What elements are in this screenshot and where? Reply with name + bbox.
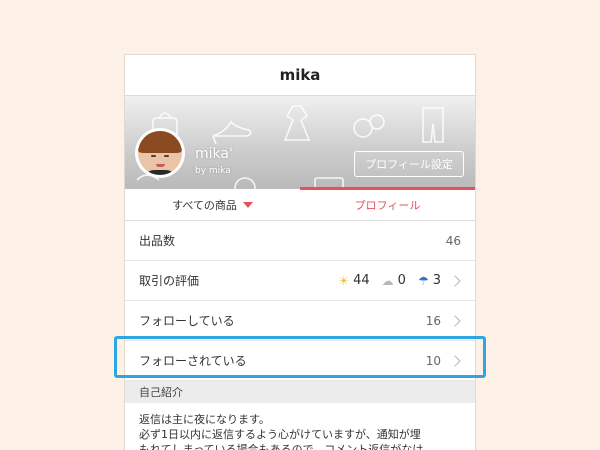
chevron-right-icon: [449, 274, 461, 287]
username-byline: by mika: [195, 166, 231, 176]
profile-settings-button[interactable]: プロフィール設定: [354, 151, 464, 177]
chevron-right-icon: [449, 314, 461, 327]
umbrella-icon: ☂: [417, 273, 429, 288]
display-name: mika': [195, 146, 233, 162]
intro-section-header: 自己紹介: [125, 381, 475, 403]
tab-all-items-label: すべての商品: [172, 198, 237, 212]
listings-count: 46: [445, 233, 461, 248]
app-screen: mika mika' by mika プロフィール設定 すべての商品 プロフィー…: [125, 55, 475, 450]
tab-profile-label: プロフィール: [354, 198, 421, 212]
tab-bar: すべての商品 プロフィール: [125, 187, 475, 221]
bad-count: 3: [432, 273, 441, 288]
listings-row: 出品数 46: [125, 221, 475, 261]
tab-profile[interactable]: プロフィール: [300, 187, 475, 220]
reviews-label: 取引の評価: [139, 274, 200, 288]
intro-line: 返信は主に夜になります。: [139, 413, 270, 426]
avatar-photo: [138, 131, 182, 175]
normal-count: 0: [397, 273, 406, 288]
following-row[interactable]: フォローしている 16: [125, 301, 475, 341]
tab-all-items[interactable]: すべての商品: [125, 189, 300, 220]
intro-line: もれてしまっている場合もあるので、コメント返信がなけ: [139, 443, 424, 450]
intro-line: 必ず1日以内に返信するよう心がけていますが、通知が埋: [139, 428, 421, 441]
intro-text: 返信は主に夜になります。 必ず1日以内に返信するよう心がけていますが、通知が埋 …: [125, 403, 475, 450]
listings-label: 出品数: [139, 234, 176, 248]
followers-highlight-box: [114, 336, 486, 378]
following-count: 16: [425, 313, 441, 328]
avatar[interactable]: [135, 128, 185, 178]
ratings-summary: ☀ 44 ☁ 0 ☂ 3: [338, 273, 441, 288]
intro-header-label: 自己紹介: [139, 386, 183, 399]
navbar: mika: [125, 55, 475, 96]
page-title: mika: [279, 66, 321, 84]
following-label: フォローしている: [139, 314, 235, 328]
cloud-icon: ☁: [381, 273, 394, 288]
good-count: 44: [353, 273, 370, 288]
sun-icon: ☀: [338, 273, 350, 288]
profile-banner: mika' by mika プロフィール設定: [125, 96, 475, 189]
caret-down-icon: [242, 201, 253, 208]
reviews-row[interactable]: 取引の評価 ☀ 44 ☁ 0 ☂ 3: [125, 261, 475, 301]
